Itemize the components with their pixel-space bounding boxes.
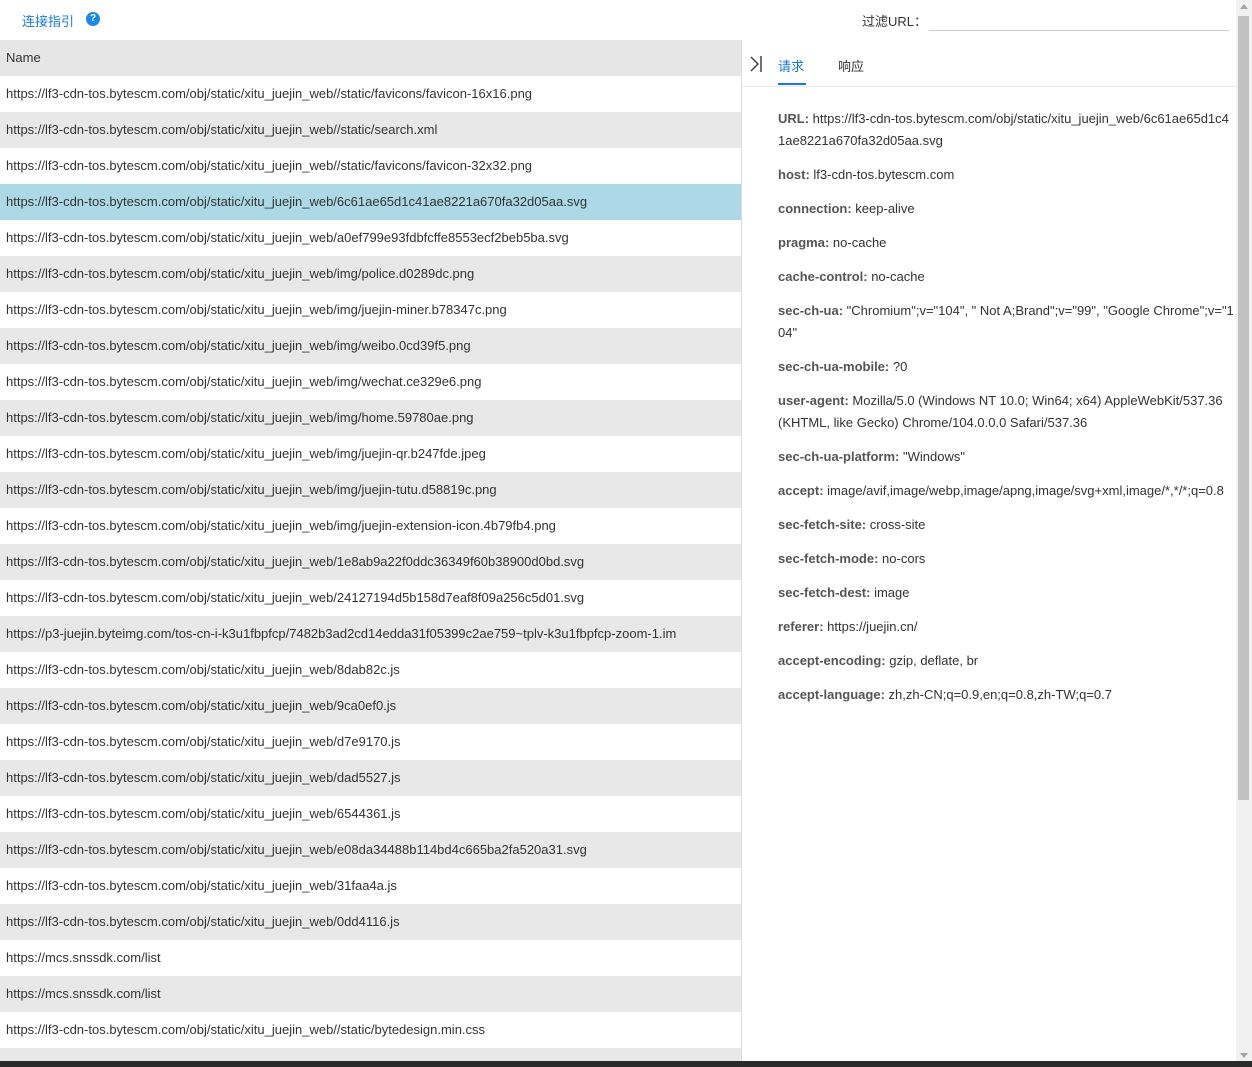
- header-value: ?0: [892, 359, 908, 374]
- table-row[interactable]: https://lf3-cdn-tos.bytescm.com/obj/stat…: [0, 436, 741, 472]
- header-value: https://juejin.cn/: [827, 619, 918, 634]
- header-value: https://lf3-cdn-tos.bytescm.com/obj/stat…: [778, 111, 1229, 148]
- table-row[interactable]: https://lf3-cdn-tos.bytescm.com/obj/stat…: [0, 904, 741, 940]
- header-value: "Windows": [902, 449, 965, 464]
- table-row[interactable]: https://lf3-cdn-tos.bytescm.com/obj/stat…: [0, 688, 741, 724]
- header-entry: sec-fetch-dest: image: [778, 582, 1234, 604]
- table-row[interactable]: https://lf3-cdn-tos.bytescm.com/obj/stat…: [0, 256, 741, 292]
- header-entry: host: lf3-cdn-tos.bytescm.com: [778, 164, 1234, 186]
- table-row[interactable]: https://lf3-cdn-tos.bytescm.com/obj/stat…: [0, 1012, 741, 1048]
- filter-url-label: 过滤URL：: [862, 14, 928, 29]
- table-row[interactable]: https://lf3-cdn-tos.bytescm.com/obj/stat…: [0, 580, 741, 616]
- table-row[interactable]: https://lf3-cdn-tos.bytescm.com/obj/stat…: [0, 724, 741, 760]
- header-key: accept:: [778, 483, 824, 498]
- header-entry: sec-ch-ua-platform: "Windows": [778, 446, 1234, 468]
- scrollbar-thumb[interactable]: [1238, 16, 1249, 800]
- header-key: sec-fetch-site:: [778, 517, 867, 532]
- header-value: image: [874, 585, 910, 600]
- header-entry: URL: https://lf3-cdn-tos.bytescm.com/obj…: [778, 108, 1234, 152]
- header-value: keep-alive: [855, 201, 915, 216]
- header-value: lf3-cdn-tos.bytescm.com: [813, 167, 955, 182]
- header-key: user-agent:: [778, 393, 849, 408]
- header-entry: sec-fetch-site: cross-site: [778, 514, 1234, 536]
- table-row[interactable]: [0, 1048, 741, 1061]
- scroll-down-arrow-icon[interactable]: [1240, 1053, 1248, 1058]
- header-entry: connection: keep-alive: [778, 198, 1234, 220]
- header-entry: sec-fetch-mode: no-cors: [778, 548, 1234, 570]
- header-value: no-cache: [871, 269, 925, 284]
- request-rows: https://lf3-cdn-tos.bytescm.com/obj/stat…: [0, 76, 741, 1061]
- table-row[interactable]: https://lf3-cdn-tos.bytescm.com/obj/stat…: [0, 760, 741, 796]
- header-key: sec-ch-ua-platform:: [778, 449, 900, 464]
- header-key: sec-fetch-mode:: [778, 551, 879, 566]
- table-row[interactable]: https://lf3-cdn-tos.bytescm.com/obj/stat…: [0, 112, 741, 148]
- table-row[interactable]: https://lf3-cdn-tos.bytescm.com/obj/stat…: [0, 832, 741, 868]
- table-row[interactable]: https://lf3-cdn-tos.bytescm.com/obj/stat…: [0, 76, 741, 112]
- table-row[interactable]: https://lf3-cdn-tos.bytescm.com/obj/stat…: [0, 400, 741, 436]
- table-row[interactable]: https://p3-juejin.byteimg.com/tos-cn-i-k…: [0, 616, 741, 652]
- header-value: image/avif,image/webp,image/apng,image/s…: [827, 483, 1224, 498]
- header-entry: cache-control: no-cache: [778, 266, 1234, 288]
- header-entry: accept-encoding: gzip, deflate, br: [778, 650, 1234, 672]
- header-entry: sec-ch-ua-mobile: ?0: [778, 356, 1234, 378]
- header-key: sec-fetch-dest:: [778, 585, 871, 600]
- detail-tabs: 请求 响应: [742, 40, 1236, 87]
- table-row[interactable]: https://lf3-cdn-tos.bytescm.com/obj/stat…: [0, 472, 741, 508]
- table-row[interactable]: https://lf3-cdn-tos.bytescm.com/obj/stat…: [0, 292, 741, 328]
- header-value: cross-site: [869, 517, 926, 532]
- header-value: gzip, deflate, br: [889, 653, 979, 668]
- table-row[interactable]: https://lf3-cdn-tos.bytescm.com/obj/stat…: [0, 544, 741, 580]
- header-key: accept-language:: [778, 687, 885, 702]
- header-value: "Chromium";v="104", " Not A;Brand";v="99…: [778, 303, 1234, 340]
- header-value: zh,zh-CN;q=0.9,en;q=0.8,zh-TW;q=0.7: [888, 687, 1112, 702]
- header-key: host:: [778, 167, 810, 182]
- header-key: cache-control:: [778, 269, 868, 284]
- header-entry: accept: image/avif,image/webp,image/apng…: [778, 480, 1234, 502]
- help-icon[interactable]: ?: [86, 12, 100, 26]
- header-key: URL:: [778, 111, 810, 126]
- active-tab-indicator: [778, 83, 806, 85]
- table-row[interactable]: https://lf3-cdn-tos.bytescm.com/obj/stat…: [0, 868, 741, 904]
- request-headers: URL: https://lf3-cdn-tos.bytescm.com/obj…: [778, 108, 1234, 718]
- header-value: no-cache: [832, 235, 887, 250]
- table-row[interactable]: https://lf3-cdn-tos.bytescm.com/obj/stat…: [0, 364, 741, 400]
- bottom-edge: [0, 1061, 1252, 1067]
- table-row[interactable]: https://lf3-cdn-tos.bytescm.com/obj/stat…: [0, 796, 741, 832]
- table-row[interactable]: https://lf3-cdn-tos.bytescm.com/obj/stat…: [0, 220, 741, 256]
- table-row[interactable]: https://lf3-cdn-tos.bytescm.com/obj/stat…: [0, 508, 741, 544]
- header-entry: accept-language: zh,zh-CN;q=0.9,en;q=0.8…: [778, 684, 1234, 706]
- table-row[interactable]: https://lf3-cdn-tos.bytescm.com/obj/stat…: [0, 328, 741, 364]
- tab-response[interactable]: 响应: [838, 56, 864, 75]
- header-key: connection:: [778, 201, 852, 216]
- filter-url-input[interactable]: [929, 8, 1229, 31]
- top-toolbar: 连接指引 ? 过滤URL：: [0, 0, 1236, 40]
- scroll-up-arrow-icon[interactable]: [1240, 4, 1248, 9]
- table-row[interactable]: https://mcs.snssdk.com/list: [0, 976, 741, 1012]
- name-column-header[interactable]: Name: [0, 40, 741, 76]
- tab-request[interactable]: 请求: [778, 56, 804, 75]
- header-key: sec-ch-ua-mobile:: [778, 359, 890, 374]
- request-list: Name https://lf3-cdn-tos.bytescm.com/obj…: [0, 40, 741, 1061]
- header-key: referer:: [778, 619, 824, 634]
- detail-panel: 请求 响应 URL: https://lf3-cdn-tos.bytescm.c…: [742, 40, 1236, 1061]
- header-entry: sec-ch-ua: "Chromium";v="104", " Not A;B…: [778, 300, 1234, 344]
- header-entry: referer: https://juejin.cn/: [778, 616, 1234, 638]
- connection-guide-link[interactable]: 连接指引: [22, 11, 74, 30]
- header-value: no-cors: [882, 551, 926, 566]
- table-row[interactable]: https://lf3-cdn-tos.bytescm.com/obj/stat…: [0, 652, 741, 688]
- table-row[interactable]: https://lf3-cdn-tos.bytescm.com/obj/stat…: [0, 184, 741, 220]
- header-key: sec-ch-ua:: [778, 303, 844, 318]
- collapse-right-icon[interactable]: [748, 55, 764, 73]
- header-entry: user-agent: Mozilla/5.0 (Windows NT 10.0…: [778, 390, 1234, 434]
- header-entry: pragma: no-cache: [778, 232, 1234, 254]
- header-key: pragma:: [778, 235, 830, 250]
- table-row[interactable]: https://lf3-cdn-tos.bytescm.com/obj/stat…: [0, 148, 741, 184]
- header-key: accept-encoding:: [778, 653, 886, 668]
- table-row[interactable]: https://mcs.snssdk.com/list: [0, 940, 741, 976]
